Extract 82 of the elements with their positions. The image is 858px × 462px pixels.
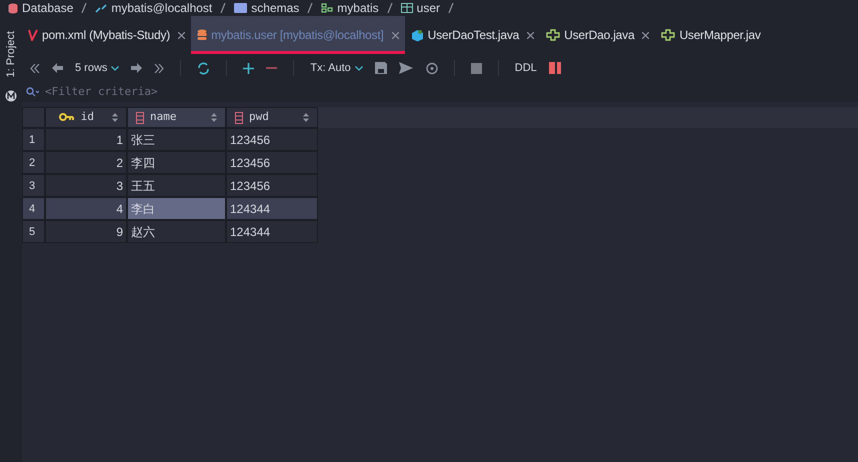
- test-class-icon: [410, 28, 424, 42]
- table-icon: [400, 3, 413, 13]
- breadcrumb-item[interactable]: user: [416, 2, 440, 14]
- table-cell[interactable]: 2: [45, 151, 127, 174]
- maven-icon: [28, 29, 38, 41]
- database-icon: [197, 29, 208, 41]
- breadcrumb-separator-icon: [386, 3, 393, 13]
- caret-icon: [354, 66, 363, 70]
- row-number: 3: [22, 174, 45, 197]
- column-icon: [136, 112, 144, 124]
- table-cell[interactable]: 李四: [127, 151, 226, 174]
- row-number: 1: [22, 128, 45, 151]
- editor-tab[interactable]: pom.xml (Mybatis-Study): [22, 16, 192, 54]
- folder-icon: [234, 3, 248, 13]
- table-cell[interactable]: 9: [45, 220, 127, 243]
- search-icon: [26, 87, 39, 97]
- schema-icon: [321, 2, 334, 14]
- compare-icon[interactable]: [548, 61, 563, 75]
- row-number: 5: [22, 220, 45, 243]
- column-header[interactable]: name: [127, 107, 226, 128]
- editor-tab[interactable]: UserDaoTest.java: [404, 16, 540, 54]
- stop-icon[interactable]: [470, 62, 482, 74]
- revert-icon[interactable]: [424, 62, 438, 74]
- transaction-mode-dropdown[interactable]: Tx: Auto: [310, 60, 363, 76]
- column-header[interactable]: id: [45, 107, 127, 128]
- editor-tab[interactable]: UserMapper.jav: [655, 16, 767, 54]
- sort-icon[interactable]: [303, 113, 309, 122]
- table-row[interactable]: 4 4 李白 124344: [22, 197, 318, 220]
- key-icon: [58, 113, 75, 122]
- submit-icon[interactable]: [398, 62, 413, 74]
- close-icon[interactable]: [642, 32, 650, 38]
- breadcrumb-separator-icon: [220, 3, 226, 13]
- sort-icon[interactable]: [112, 113, 118, 122]
- table-row[interactable]: 3 3 王五 123456: [22, 174, 318, 197]
- table-cell[interactable]: 李白: [127, 197, 226, 220]
- table-row[interactable]: 1 1 张三 123456: [22, 128, 318, 151]
- database-icon: [8, 2, 18, 14]
- table-cell[interactable]: 3: [45, 174, 127, 197]
- table-cell[interactable]: 赵六: [127, 220, 226, 243]
- interface-icon: [546, 29, 560, 41]
- breadcrumb-item[interactable]: mybatis@localhost: [111, 2, 212, 14]
- filter-input[interactable]: <Filter criteria>: [45, 84, 345, 100]
- first-page-icon[interactable]: [30, 64, 40, 72]
- connection-icon: [95, 2, 108, 14]
- sort-icon[interactable]: [211, 113, 217, 122]
- save-icon[interactable]: [374, 62, 387, 74]
- close-icon[interactable]: [527, 32, 534, 38]
- breadcrumb-item[interactable]: mybatis: [337, 2, 379, 14]
- table-cell[interactable]: 123456: [226, 174, 318, 197]
- breadcrumb-separator-icon: [81, 3, 88, 13]
- caret-icon: [111, 66, 120, 70]
- maven-tool-icon[interactable]: [5, 90, 17, 102]
- table-row[interactable]: 2 2 李四 123456: [22, 151, 318, 174]
- project-tool-button[interactable]: 1: Project: [2, 25, 20, 84]
- table-cell[interactable]: 123456: [226, 128, 318, 151]
- rows-dropdown[interactable]: 5 rows: [75, 60, 120, 76]
- breadcrumb-item[interactable]: Database: [22, 2, 74, 14]
- table-cell[interactable]: 张三: [127, 128, 226, 151]
- table-cell[interactable]: 123456: [226, 151, 318, 174]
- close-icon[interactable]: [392, 32, 399, 38]
- table-row[interactable]: 5 9 赵六 124344: [22, 220, 318, 243]
- previous-arrow-icon[interactable]: [52, 63, 63, 73]
- editor-tab[interactable]: UserDao.java: [540, 16, 656, 54]
- breadcrumb-separator-icon: [448, 3, 454, 13]
- table-cell[interactable]: 124344: [226, 197, 318, 220]
- ddl-button[interactable]: DDL: [514, 60, 537, 76]
- last-page-icon[interactable]: [154, 64, 164, 72]
- refresh-icon[interactable]: [197, 62, 210, 74]
- table-cell[interactable]: 4: [45, 197, 127, 220]
- table-cell[interactable]: 124344: [226, 220, 318, 243]
- next-arrow-icon[interactable]: [131, 63, 142, 73]
- table-cell[interactable]: 王五: [127, 174, 226, 197]
- close-icon[interactable]: [178, 32, 186, 38]
- breadcrumb-item[interactable]: schemas: [251, 2, 300, 14]
- row-number: 4: [22, 197, 45, 220]
- column-header[interactable]: pwd: [226, 107, 318, 128]
- interface-icon: [661, 29, 676, 41]
- row-number: 2: [22, 151, 45, 174]
- column-icon: [235, 112, 243, 124]
- add-icon[interactable]: [243, 62, 254, 74]
- table-cell[interactable]: 1: [45, 128, 127, 151]
- breadcrumb-separator-icon: [307, 3, 314, 13]
